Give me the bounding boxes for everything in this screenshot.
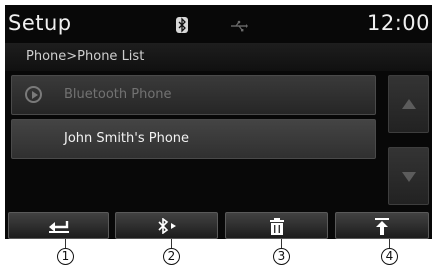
triangle-up-icon: [402, 99, 416, 109]
delete-button[interactable]: [225, 212, 328, 239]
breadcrumb: Phone>Phone List: [5, 43, 432, 71]
list-item-label: Bluetooth Phone: [64, 87, 172, 102]
move-to-top-button[interactable]: [335, 212, 429, 239]
bluetooth-connect-button[interactable]: [115, 212, 218, 239]
list-item-bluetooth-phone[interactable]: Bluetooth Phone: [11, 75, 376, 115]
back-arrow-icon: [48, 221, 69, 233]
callout-leader: [65, 239, 66, 248]
callout-number: 3: [273, 248, 290, 265]
head-unit-display: Setup 12:00 Phone>Phone List Bluetooth P…: [5, 5, 432, 239]
bluetooth-icon: [176, 17, 188, 33]
bluetooth-connect-icon: [157, 218, 176, 234]
callout-leader: [171, 239, 172, 248]
scroll-down-button[interactable]: [388, 147, 429, 205]
figure-frame: Setup 12:00 Phone>Phone List Bluetooth P…: [0, 0, 437, 268]
clock: 12:00: [366, 11, 430, 35]
list-item-john-smiths-phone[interactable]: John Smith's Phone: [11, 119, 376, 159]
trash-icon: [269, 218, 284, 235]
triangle-down-icon: [402, 172, 416, 182]
callout-number: 2: [163, 248, 180, 265]
scroll-up-button[interactable]: [388, 75, 429, 133]
play-icon: [25, 86, 42, 103]
breadcrumb-text: Phone>Phone List: [26, 49, 145, 64]
status-bar: Setup 12:00: [5, 5, 432, 43]
back-button[interactable]: [8, 212, 109, 239]
callout-leader: [281, 239, 282, 248]
usb-icon: [230, 18, 248, 32]
move-to-top-icon: [375, 218, 389, 235]
page-title: Setup: [8, 11, 72, 35]
callout-number: 1: [57, 248, 74, 265]
list-item-label: John Smith's Phone: [64, 131, 190, 146]
callout-leader: [389, 239, 390, 248]
callout-number: 4: [381, 248, 398, 265]
